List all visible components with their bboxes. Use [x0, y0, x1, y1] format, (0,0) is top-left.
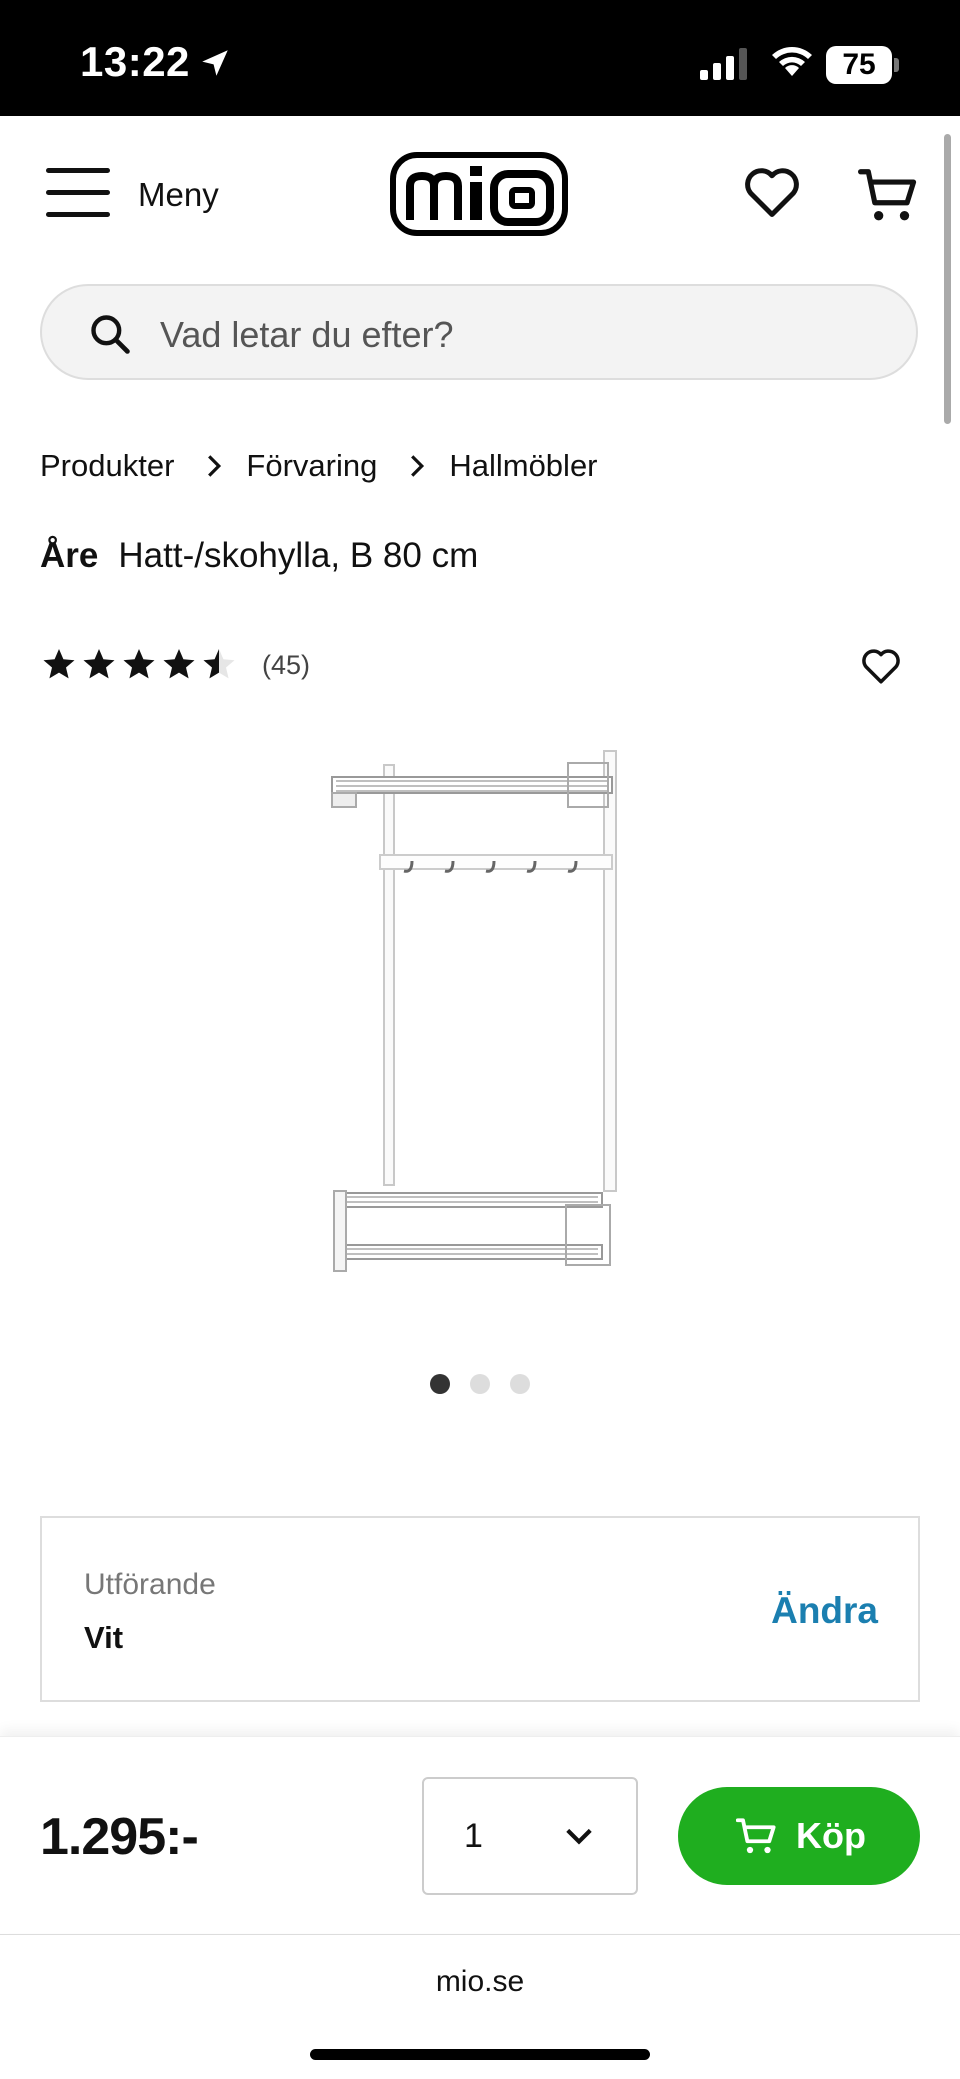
product-name: Hatt-/skohylla, B 80 cm: [118, 536, 479, 575]
search-input[interactable]: Vad letar du efter?: [160, 314, 454, 356]
chevron-right-icon: [411, 455, 425, 477]
variant-value: Vit: [84, 1620, 124, 1655]
variant-label: Utförande: [84, 1568, 216, 1601]
breadcrumb-hallmobler[interactable]: Hallmöbler: [449, 448, 597, 484]
product-rating[interactable]: (45): [40, 646, 310, 684]
menu-icon[interactable]: [46, 168, 110, 218]
status-bar: 13:22 75: [0, 0, 960, 116]
menu-label[interactable]: Meny: [138, 176, 219, 214]
image-carousel-dots: [430, 1374, 550, 1394]
site-header: Meny: [0, 116, 960, 276]
status-time: 13:22: [80, 38, 190, 85]
product-brand: Åre: [40, 536, 99, 575]
battery-tip: [894, 58, 899, 72]
browser-url-bar[interactable]: mio.se: [0, 1934, 960, 2079]
carousel-dot-2[interactable]: [470, 1374, 490, 1394]
wifi-icon: [772, 47, 812, 76]
cart-icon[interactable]: [858, 164, 920, 226]
product-image[interactable]: [320, 745, 660, 1325]
chevron-right-icon: [208, 455, 222, 477]
mio-logo[interactable]: [390, 152, 568, 236]
breadcrumb-forvaring[interactable]: Förvaring: [246, 448, 377, 484]
scrollbar[interactable]: [944, 134, 951, 424]
location-arrow-icon: [202, 50, 228, 76]
buy-bar: 1.295:- 1 Köp: [0, 1736, 960, 1933]
url-text[interactable]: mio.se: [0, 1965, 960, 1999]
variant-selector[interactable]: Utförande Vit Ändra: [40, 1516, 920, 1702]
quantity-select[interactable]: 1: [422, 1777, 638, 1895]
cellular-signal-icon: [700, 48, 747, 80]
battery-indicator: 75: [826, 46, 892, 84]
product-title: Åre Hatt-/skohylla, B 80 cm: [40, 536, 478, 576]
home-indicator[interactable]: [310, 2049, 650, 2060]
chevron-down-icon: [566, 1828, 592, 1845]
breadcrumb: Produkter Förvaring Hallmöbler: [40, 448, 598, 484]
star-rating-icon: [43, 649, 235, 679]
review-count[interactable]: (45): [262, 650, 310, 681]
cart-icon: [736, 1818, 776, 1854]
search-bar[interactable]: Vad letar du efter?: [40, 284, 918, 380]
carousel-dot-1[interactable]: [430, 1374, 450, 1394]
add-to-wishlist-heart-icon[interactable]: [860, 646, 902, 686]
buy-button-label: Köp: [796, 1815, 866, 1856]
carousel-dot-3[interactable]: [510, 1374, 530, 1394]
search-icon: [91, 315, 130, 354]
quantity-value: 1: [464, 1817, 483, 1855]
breadcrumb-produkter[interactable]: Produkter: [40, 448, 174, 484]
change-variant-button[interactable]: Ändra: [771, 1590, 878, 1632]
product-price: 1.295:-: [40, 1808, 199, 1866]
buy-button[interactable]: Köp: [678, 1787, 920, 1885]
wishlist-heart-icon[interactable]: [742, 164, 802, 220]
